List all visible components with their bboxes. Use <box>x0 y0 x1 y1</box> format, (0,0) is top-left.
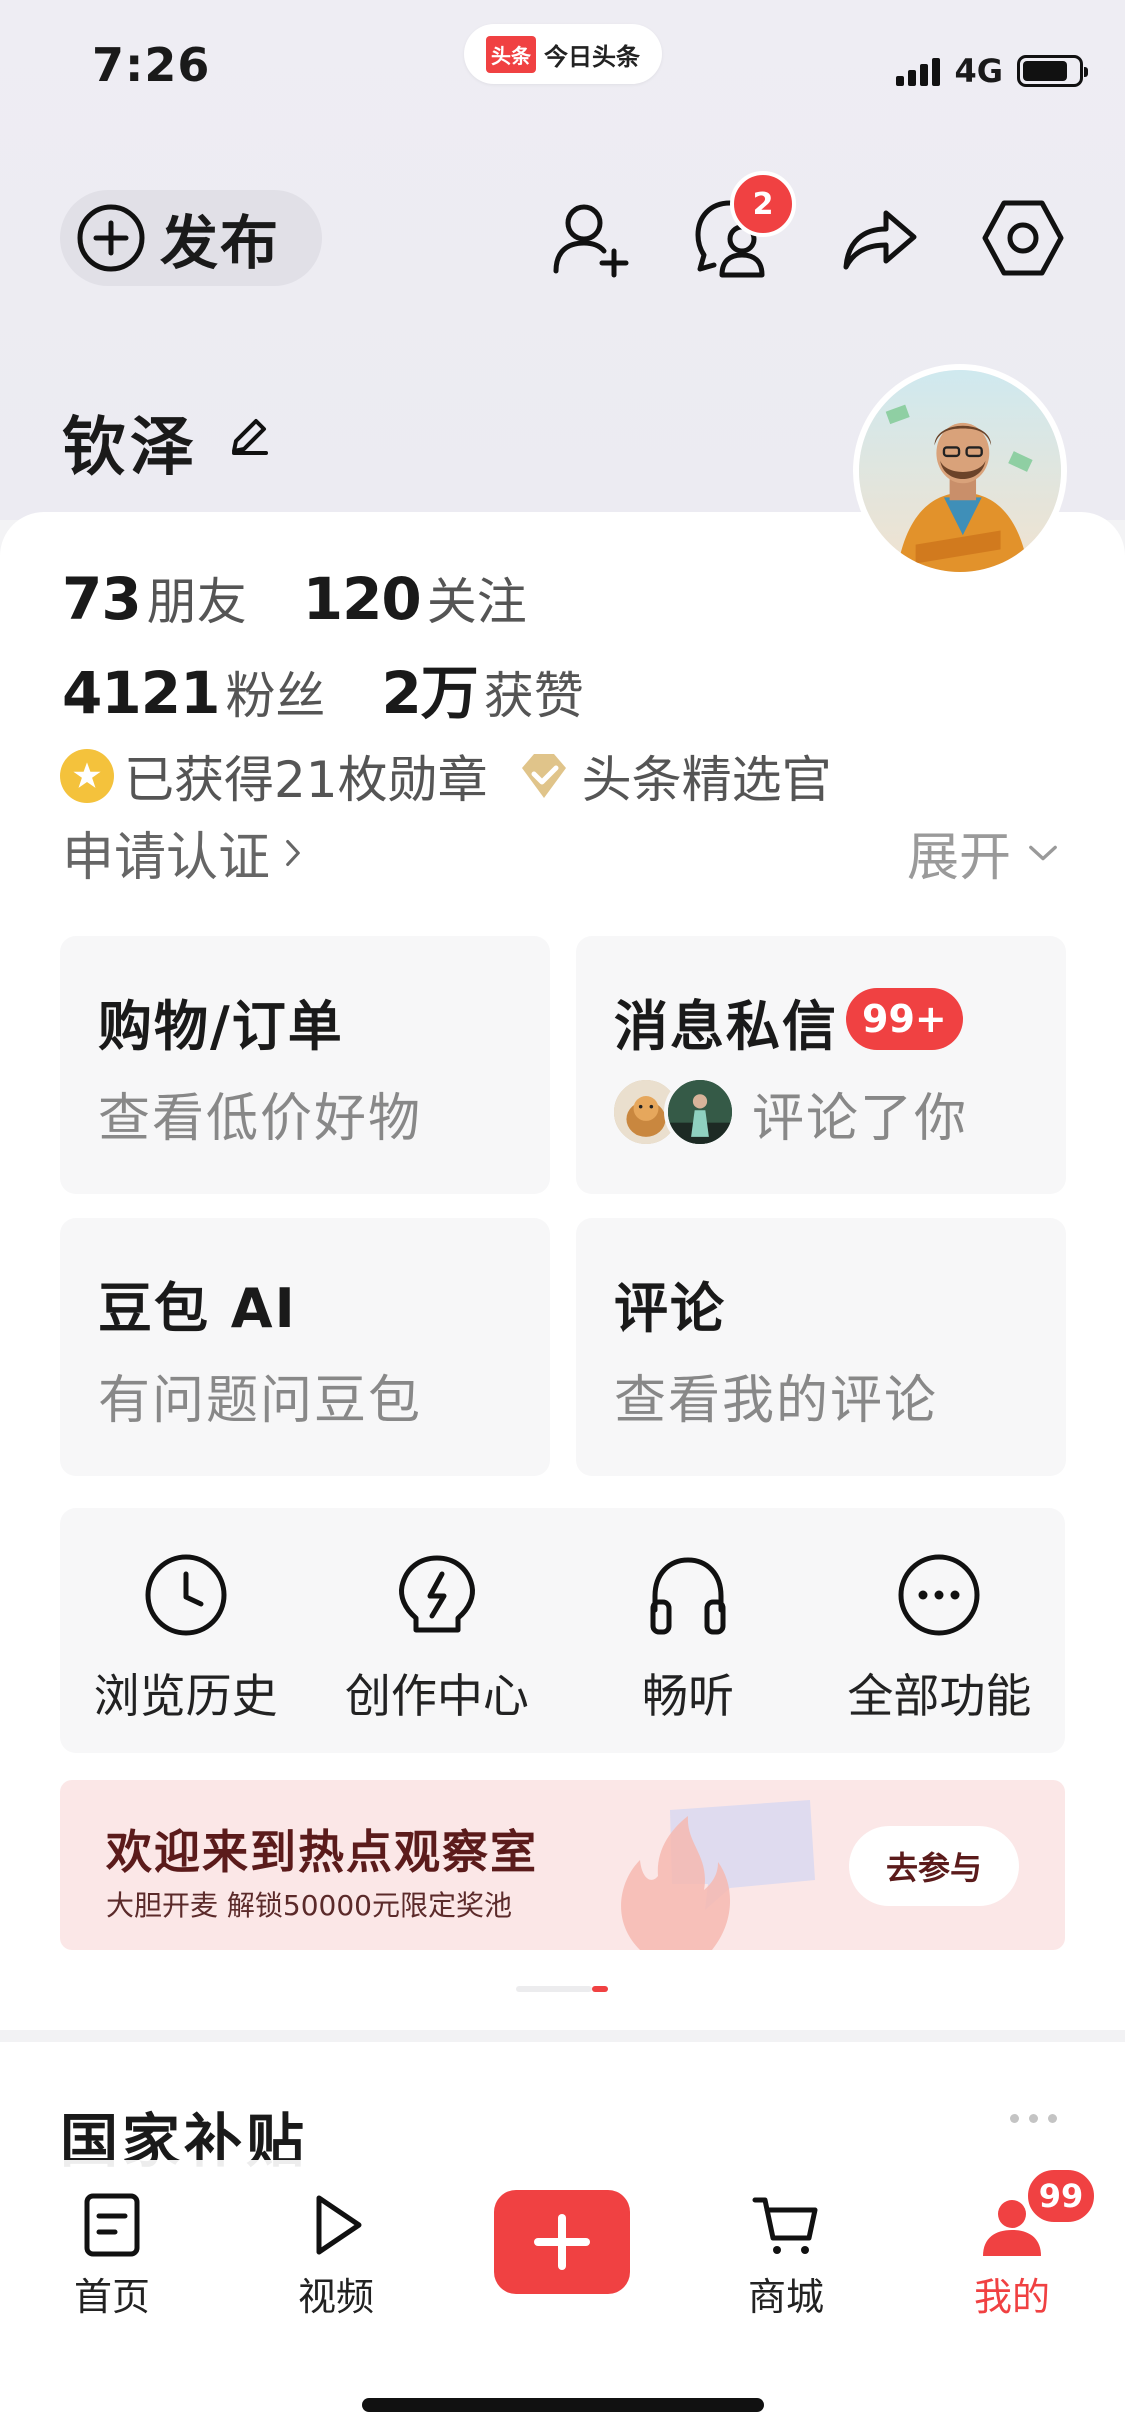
tool-label: 浏览历史 <box>93 1669 278 1723</box>
chevron-down-icon <box>1029 845 1057 860</box>
headphones-icon <box>650 1557 726 1635</box>
app-name: 今日头条 <box>544 42 640 71</box>
lightning-bulb-icon <box>398 1555 475 1633</box>
tile-subtitle: 查看低价好物 <box>98 1089 423 1149</box>
system-icons: 4G <box>896 52 1088 90</box>
likes-label[interactable]: 获赞 <box>484 656 584 728</box>
pager-dot-active <box>592 1986 608 1992</box>
stats-row-2: 4121 粉丝 2万 获赞 <box>62 646 640 730</box>
tab-mall[interactable]: 商城 <box>706 2190 866 2321</box>
play-icon <box>316 2195 362 2255</box>
tile-title: 豆包 AI <box>98 1277 297 1340</box>
pager-dot <box>516 1986 592 1992</box>
tool-label: 创作中心 <box>344 1669 529 1723</box>
following-count[interactable]: 120 <box>303 565 422 633</box>
tool-all-features[interactable]: 全部功能 <box>814 1508 1065 1753</box>
publish-button[interactable]: 发布 <box>60 190 322 286</box>
hot-topic-banner[interactable]: 欢迎来到热点观察室 大胆开麦 解锁50000元限定奖池 去参与 <box>60 1780 1065 1950</box>
tile-subtitle: 有问题问豆包 <box>98 1371 423 1431</box>
battery-icon <box>1017 55 1088 87</box>
join-button[interactable]: 去参与 <box>849 1826 1019 1906</box>
tab-home[interactable]: 首页 <box>32 2190 192 2321</box>
network-type: 4G <box>954 52 1003 90</box>
apply-verification-link[interactable]: 申请认证 <box>62 815 302 890</box>
create-post-button[interactable] <box>494 2190 630 2294</box>
more-options-icon[interactable] <box>1010 2114 1057 2123</box>
fans-count[interactable]: 4121 <box>62 659 220 727</box>
avatar-illustration <box>859 370 1061 572</box>
tile-subtitle: 查看我的评论 <box>614 1371 939 1431</box>
friends-count[interactable]: 73 <box>62 565 142 633</box>
tile-title: 评论 <box>614 1277 726 1340</box>
app-indicator-pill: 头条 今日头条 <box>464 24 662 84</box>
tab-label: 我的 <box>973 2275 1050 2319</box>
document-icon <box>84 2193 140 2257</box>
tab-label: 首页 <box>73 2275 150 2319</box>
username: 钦泽 <box>62 411 198 485</box>
share-icon[interactable] <box>836 195 922 281</box>
plus-icon <box>534 2214 590 2270</box>
medal-icon <box>60 749 114 803</box>
friends-label[interactable]: 朋友 <box>147 562 247 634</box>
banner-pager <box>516 1986 608 1992</box>
messages-button[interactable]: 2 <box>690 171 796 281</box>
tool-label: 全部功能 <box>847 1669 1032 1723</box>
stats-row-1: 73 朋友 120 关注 <box>62 562 583 634</box>
honor-title: 头条精选官 <box>581 751 832 809</box>
comments-tile[interactable]: 评论 查看我的评论 <box>576 1218 1066 1476</box>
banner-title: 欢迎来到热点观察室 <box>106 1825 538 1879</box>
likes-count[interactable]: 2万 <box>381 646 478 730</box>
add-friend-icon[interactable] <box>548 195 634 281</box>
tab-me[interactable]: 我的 99 <box>932 2166 1098 2321</box>
tool-creator-center[interactable]: 创作中心 <box>311 1508 562 1753</box>
home-indicator <box>362 2398 764 2412</box>
clock-icon <box>145 1554 227 1636</box>
following-label[interactable]: 关注 <box>427 562 527 634</box>
messages-tile[interactable]: 消息私信 99+ 评论了你 <box>576 936 1066 1194</box>
section-divider <box>0 2030 1125 2042</box>
flame-chat-illustration <box>621 1800 815 1950</box>
bottom-tab-bar: 首页 视频 商城 我的 99 <box>0 2160 1125 2436</box>
tile-subtitle: 评论了你 <box>752 1089 969 1149</box>
tool-listen[interactable]: 畅听 <box>563 1508 814 1753</box>
tab-label: 商城 <box>747 2275 824 2319</box>
verify-label: 申请认证 <box>62 828 271 888</box>
profile-avatar[interactable] <box>853 364 1067 578</box>
fans-label[interactable]: 粉丝 <box>225 656 325 728</box>
tool-browse-history[interactable]: 浏览历史 <box>60 1508 311 1753</box>
plus-circle-icon <box>77 204 145 272</box>
message-count-badge: 2 <box>730 171 796 237</box>
verified-shield-icon <box>521 754 566 798</box>
doubao-ai-tile[interactable]: 豆包 AI 有问题问豆包 <box>60 1218 550 1476</box>
expand-toggle[interactable]: 展开 <box>907 815 1059 890</box>
status-time: 7:26 <box>92 38 211 92</box>
expand-label: 展开 <box>906 828 1011 888</box>
tile-title: 消息私信 <box>614 995 838 1058</box>
shopping-orders-tile[interactable]: 购物/订单 查看低价好物 <box>60 936 550 1194</box>
commenter-avatar <box>664 1076 736 1148</box>
settings-icon[interactable] <box>980 195 1066 281</box>
medals-text: 已获得21枚勋章 <box>124 751 488 809</box>
chevron-right-icon <box>286 839 300 866</box>
unread-badge: 99+ <box>846 988 963 1050</box>
tile-title: 购物/订单 <box>98 995 344 1058</box>
tab-label: 视频 <box>297 2275 374 2319</box>
edit-name-icon[interactable] <box>228 415 270 457</box>
tab-me-badge: 99 <box>1024 2166 1098 2226</box>
more-circle-icon <box>898 1554 980 1636</box>
tool-label: 畅听 <box>642 1669 735 1723</box>
toutiao-logo: 头条 <box>486 35 536 73</box>
publish-label: 发布 <box>160 209 281 277</box>
status-bar: 7:26 头条 今日头条 4G <box>0 0 1125 130</box>
signal-icon <box>896 56 941 86</box>
honors-row[interactable]: 已获得21枚勋章 头条精选官 <box>60 740 860 812</box>
quick-tools: 浏览历史 创作中心 畅听 全部功能 <box>60 1508 1065 1753</box>
banner-subtitle: 大胆开麦 解锁50000元限定奖池 <box>106 1889 512 1922</box>
tab-video[interactable]: 视频 <box>256 2190 416 2321</box>
cart-icon <box>752 2197 818 2254</box>
